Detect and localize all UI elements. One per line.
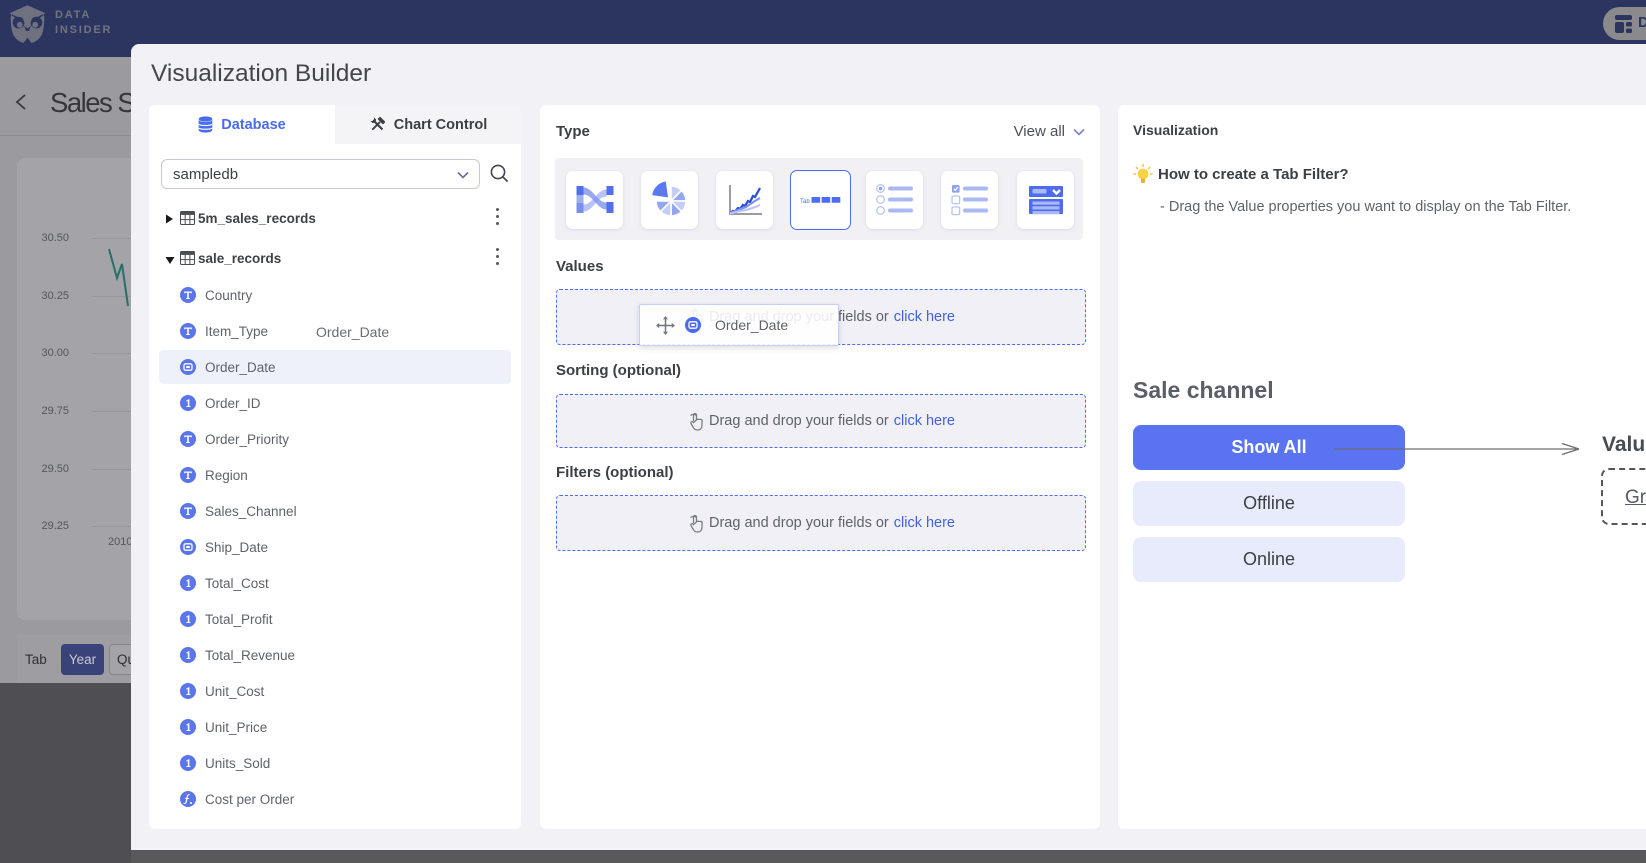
svg-text:Tab: Tab — [800, 199, 810, 205]
